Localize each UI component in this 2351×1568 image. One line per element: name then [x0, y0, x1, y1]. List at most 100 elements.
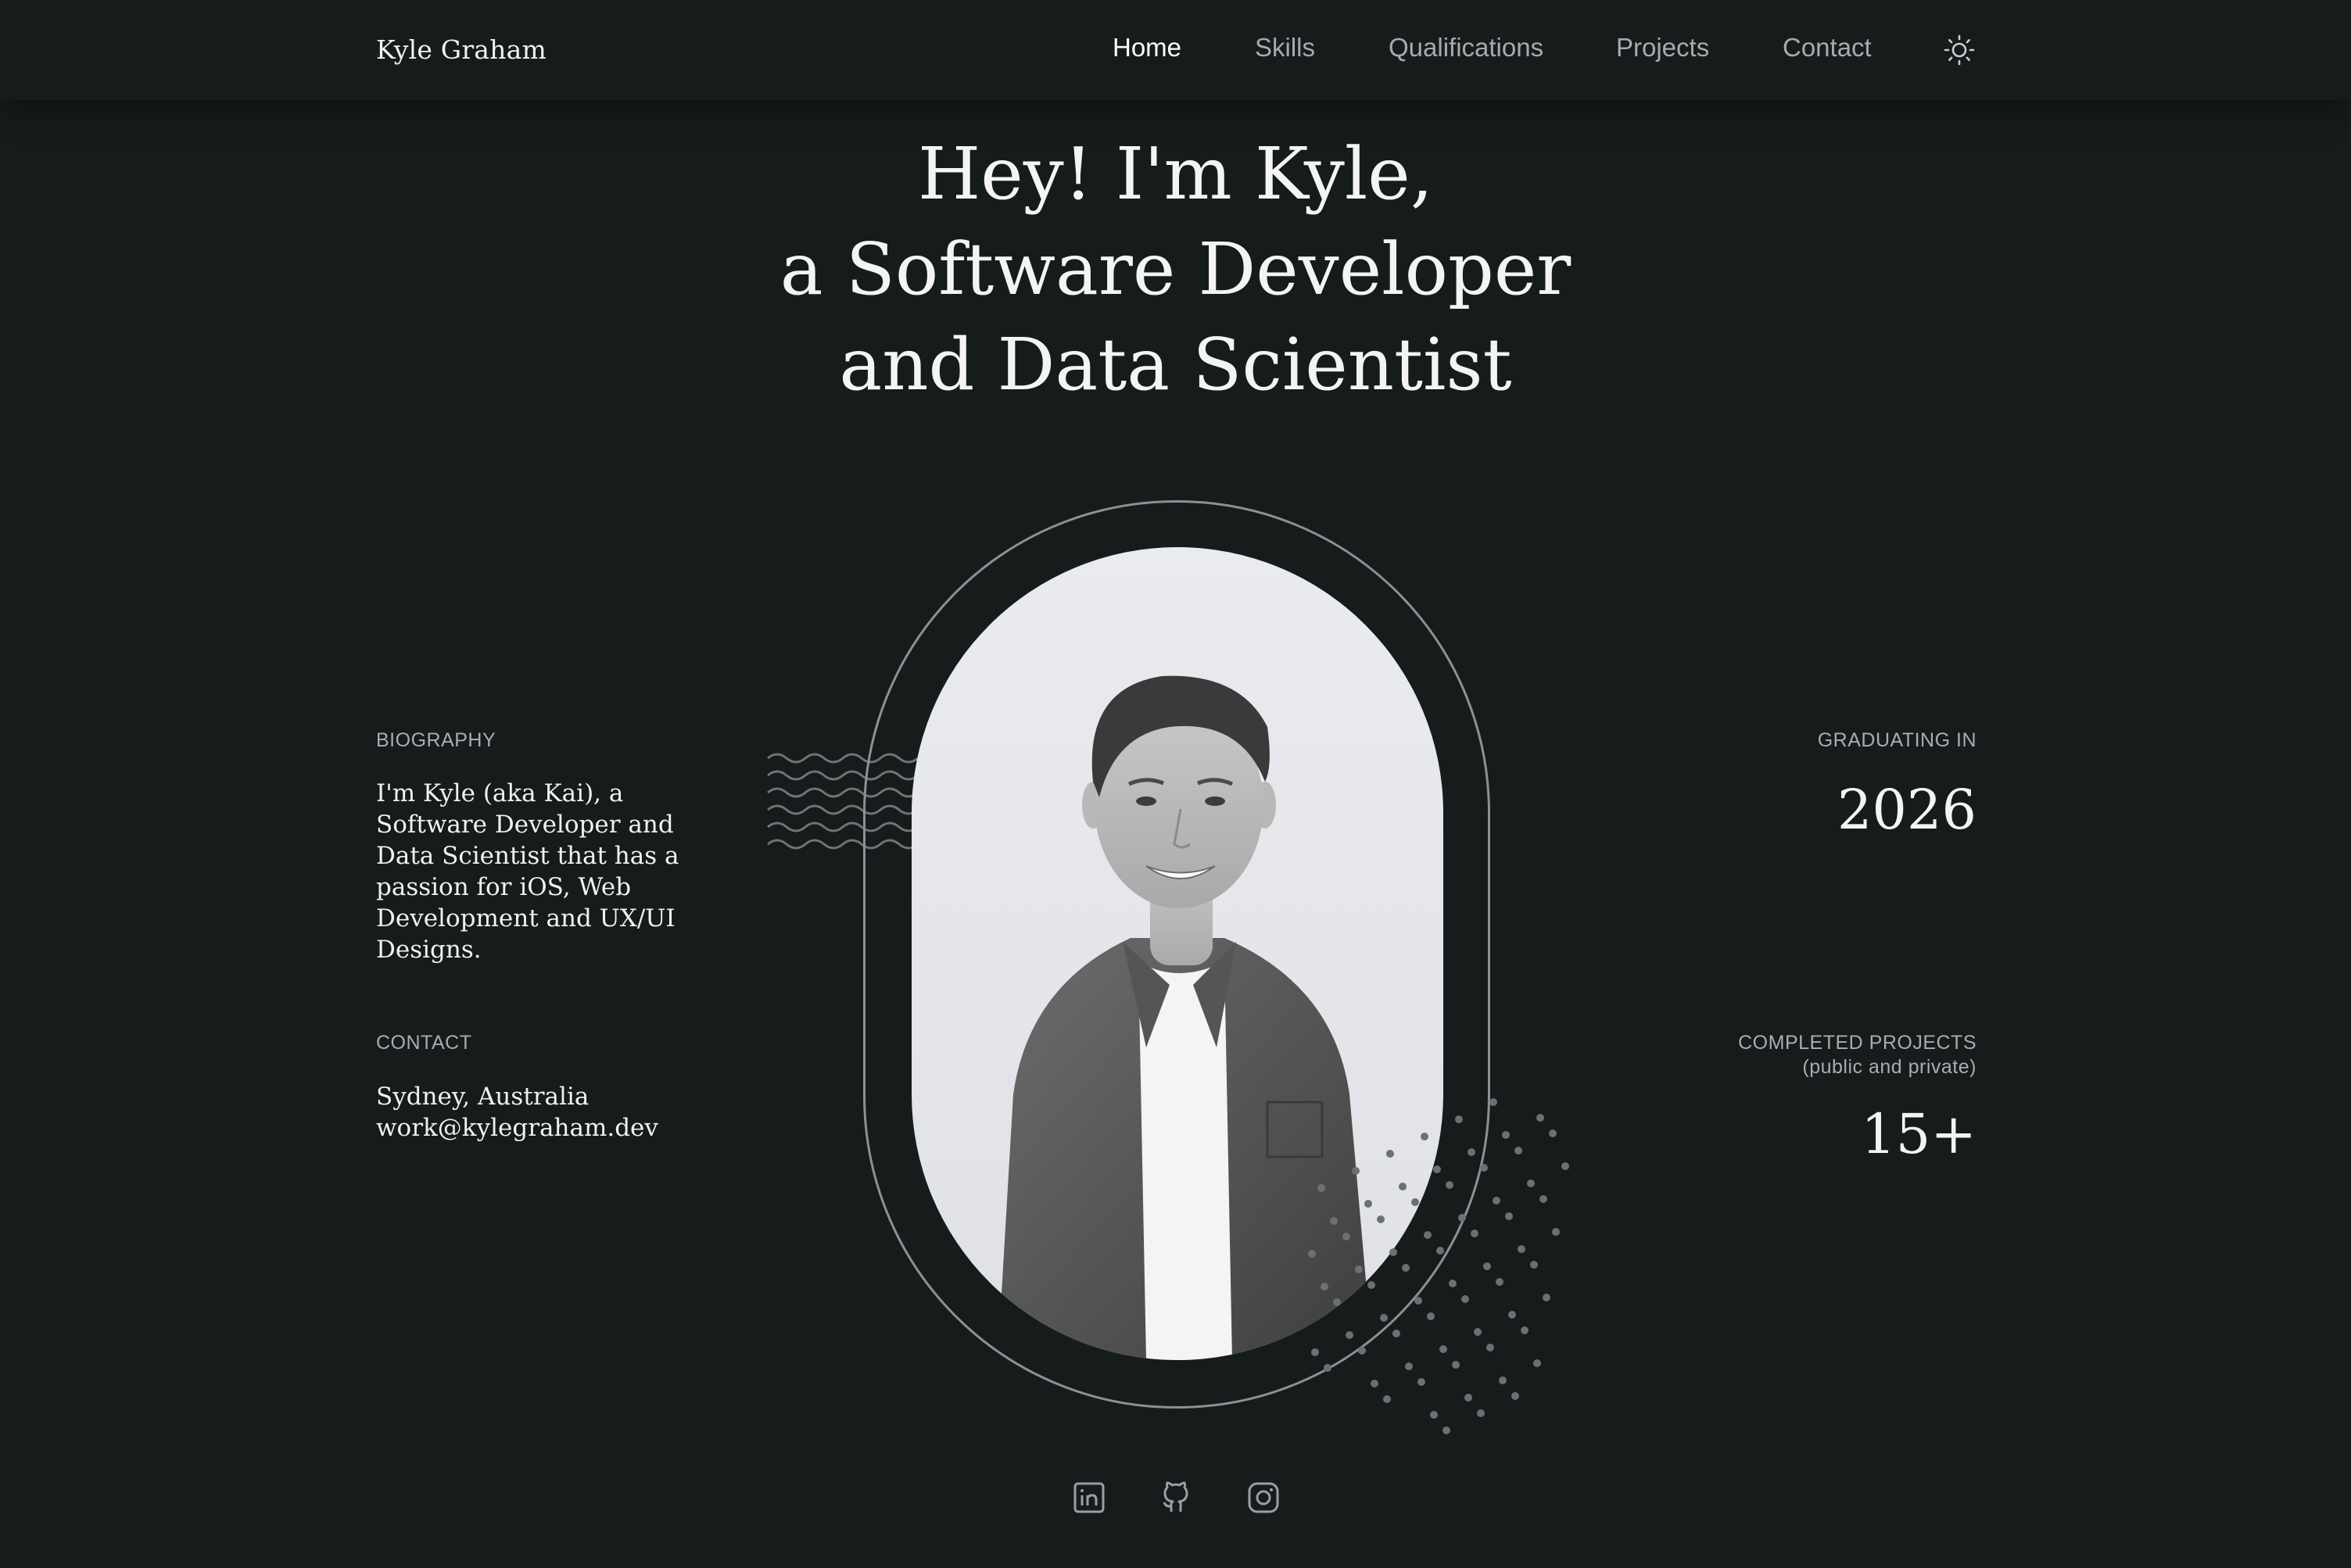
decoration-dot — [1308, 1250, 1316, 1258]
theme-toggle-button[interactable] — [1944, 34, 1975, 66]
decoration-dot — [1527, 1180, 1535, 1187]
decoration-dot — [1496, 1278, 1503, 1286]
decoration-dot — [1358, 1347, 1366, 1355]
biography-text: I'm Kyle (aka Kai), a Software Developer… — [376, 779, 679, 964]
decoration-dot — [1392, 1330, 1400, 1337]
brand-name[interactable]: Kyle Graham — [376, 34, 547, 65]
decoration-dot — [1474, 1328, 1482, 1336]
github-icon — [1163, 1481, 1188, 1512]
decoration-dot — [1493, 1197, 1500, 1205]
decoration-dot — [1518, 1245, 1525, 1253]
decoration-dot — [1461, 1295, 1469, 1303]
decoration-dot — [1489, 1098, 1497, 1106]
decoration-dot — [1449, 1280, 1457, 1287]
decoration-dot — [1367, 1281, 1375, 1289]
decoration-dot — [1511, 1392, 1519, 1400]
decoration-dot — [1352, 1167, 1360, 1175]
decoration-dot — [1477, 1409, 1485, 1417]
decoration-dot — [1458, 1214, 1466, 1222]
decoration-dot — [1442, 1427, 1450, 1434]
decoration-dot — [1364, 1200, 1372, 1208]
decoration-dot — [1321, 1283, 1328, 1291]
decoration-dot — [1521, 1326, 1529, 1334]
decoration-dot — [1499, 1376, 1507, 1384]
decoration-dot — [1386, 1150, 1394, 1158]
decoration-dot — [1371, 1380, 1378, 1387]
decoration-dot — [1508, 1311, 1516, 1319]
contact-label: CONTACT — [376, 1032, 472, 1054]
decoration-dot — [1480, 1164, 1488, 1172]
decoration-dot — [1486, 1344, 1494, 1351]
nav-home[interactable]: Home — [1113, 33, 1181, 63]
decoration-dot — [1414, 1297, 1422, 1305]
decoration-dot — [1433, 1165, 1441, 1173]
decoration-dot — [1430, 1411, 1438, 1419]
decoration-dot — [1333, 1298, 1341, 1306]
decoration-dot — [1424, 1231, 1432, 1239]
decoration-dot — [1436, 1247, 1444, 1255]
decoration-dot — [1399, 1183, 1407, 1190]
biography-label: BIOGRAPHY — [376, 729, 496, 751]
hero-heading: Hey! I'm Kyle, a Software Developer and … — [0, 127, 2351, 413]
decoration-dot — [1561, 1162, 1569, 1170]
contact-location: Sydney, Australia — [376, 1083, 590, 1111]
nav-contact[interactable]: Contact — [1783, 33, 1872, 63]
decoration-dot — [1455, 1115, 1463, 1123]
hero-line-2: a Software Developer — [779, 227, 1572, 311]
linkedin-link[interactable] — [1071, 1480, 1107, 1516]
decoration-dot — [1471, 1230, 1478, 1237]
projects-sublabel: (public and private) — [1802, 1056, 1976, 1078]
sun-icon — [1944, 34, 1975, 66]
social-links — [0, 1480, 2351, 1519]
decoration-dot — [1483, 1262, 1491, 1270]
graduating-label: GRADUATING IN — [1817, 729, 1976, 751]
instagram-link[interactable] — [1245, 1480, 1281, 1516]
nav-projects[interactable]: Projects — [1616, 33, 1709, 63]
decoration-dot — [1530, 1261, 1538, 1269]
decoration-dot — [1536, 1114, 1544, 1122]
github-link[interactable] — [1158, 1480, 1194, 1516]
decoration-dot — [1549, 1129, 1557, 1137]
hero-line-3: and Data Scientist — [839, 323, 1512, 406]
linkedin-icon — [1073, 1482, 1105, 1513]
decoration-dot — [1383, 1395, 1391, 1403]
decoration-dot — [1311, 1348, 1319, 1356]
decoration-dot — [1552, 1228, 1560, 1236]
decoration-dot — [1417, 1378, 1425, 1386]
instagram-icon — [1248, 1482, 1279, 1513]
decoration-dot — [1411, 1198, 1419, 1206]
decoration-dot — [1514, 1147, 1522, 1155]
hero-line-1: Hey! I'm Kyle, — [918, 132, 1433, 216]
nav-qualifications[interactable]: Qualifications — [1389, 33, 1543, 63]
dot-pattern-decoration — [1308, 1098, 1569, 1434]
decoration-dot — [1389, 1248, 1397, 1256]
decoration-dot — [1355, 1265, 1363, 1273]
decoration-dot — [1468, 1148, 1475, 1156]
decoration-dot — [1439, 1345, 1447, 1353]
decoration-dot — [1452, 1361, 1460, 1369]
decoration-dot — [1539, 1195, 1547, 1203]
decoration-dot — [1342, 1233, 1350, 1240]
decoration-dot — [1543, 1294, 1550, 1301]
decoration-dot — [1405, 1362, 1413, 1370]
decoration-dot — [1502, 1131, 1510, 1139]
decoration-dot — [1446, 1181, 1453, 1189]
site-header: Kyle Graham Home Skills Qualifications P… — [0, 0, 2351, 100]
decoration-dot — [1380, 1314, 1388, 1322]
decoration-dot — [1324, 1364, 1331, 1372]
decoration-dot — [1377, 1215, 1385, 1223]
decoration-dot — [1464, 1394, 1472, 1402]
decoration-dot — [1330, 1217, 1338, 1225]
decoration-dot — [1427, 1312, 1435, 1320]
projects-count: 15+ — [1861, 1102, 1976, 1166]
contact-email[interactable]: work@kylegraham.dev — [376, 1112, 736, 1144]
decoration-dot — [1346, 1331, 1353, 1339]
decoration-dot — [1402, 1264, 1410, 1272]
projects-label: COMPLETED PROJECTS — [1738, 1032, 1976, 1054]
decoration-dot — [1505, 1212, 1513, 1220]
graduating-year: 2026 — [1837, 778, 1976, 842]
decoration-dot — [1317, 1184, 1325, 1192]
decoration-dot — [1533, 1359, 1541, 1367]
nav-skills[interactable]: Skills — [1255, 33, 1315, 63]
decoration-dot — [1421, 1133, 1428, 1140]
